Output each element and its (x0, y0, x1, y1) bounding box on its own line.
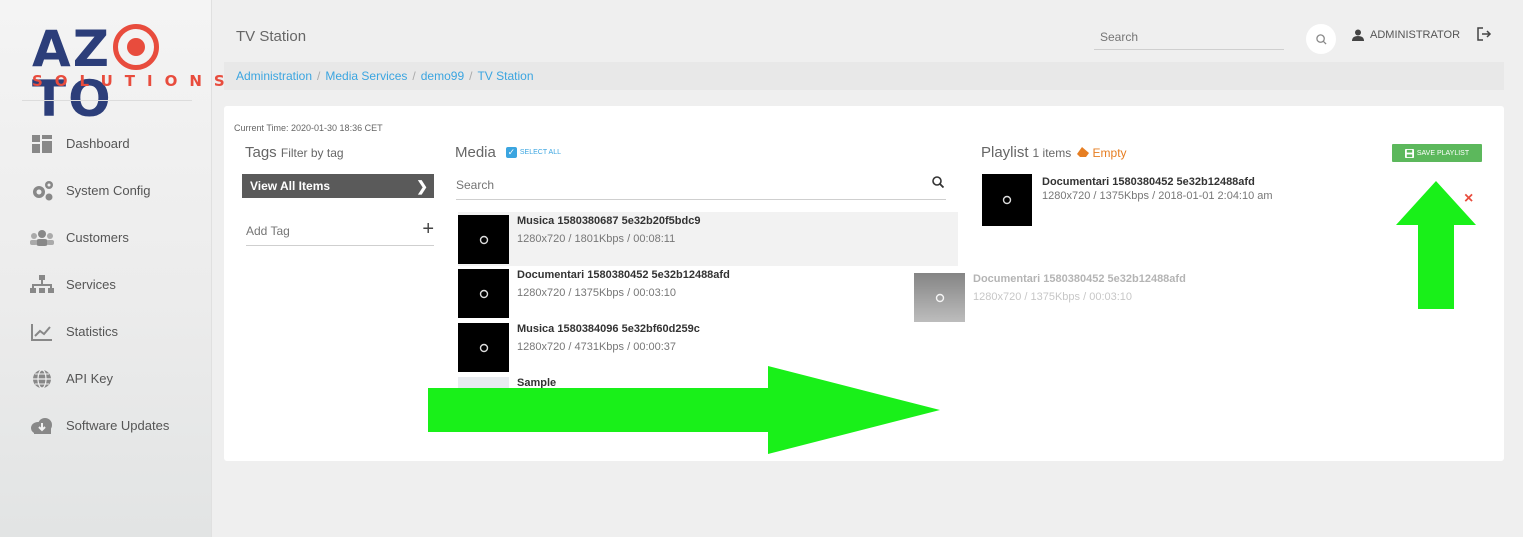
breadcrumb-separator: / (412, 69, 416, 83)
sidebar-nav: Dashboard System Config Customers Servic… (0, 120, 212, 449)
breadcrumb-separator: / (317, 69, 321, 83)
annotation-arrow-right (428, 366, 940, 454)
video-thumbnail (982, 174, 1032, 226)
tags-title: Tags (245, 144, 277, 161)
media-title: Media (455, 144, 496, 161)
user-menu[interactable]: ADMINISTRATOR (1352, 29, 1460, 41)
tags-subtitle: Filter by tag (280, 146, 344, 160)
save-playlist-label: SAVE PLAYLIST (1416, 149, 1470, 157)
eraser-icon (1077, 147, 1090, 157)
user-icon (1352, 29, 1364, 41)
playlist-header: Playlist 1 items Empty (981, 144, 1127, 161)
sidebar-item-system-config[interactable]: System Config (0, 167, 212, 214)
media-item-meta: 1280x720 / 1375Kbps / 00:03:10 (517, 287, 677, 299)
sidebar-divider (22, 100, 192, 101)
chevron-right-icon: ❯ (416, 178, 428, 194)
view-all-label: View All Items (250, 179, 331, 193)
sidebar-item-label: API Key (66, 371, 113, 386)
globe-icon (30, 367, 54, 391)
media-item-meta: 1280x720 / 4731Kbps / 00:00:37 (517, 341, 677, 353)
media-search (456, 176, 946, 200)
users-icon (30, 226, 54, 250)
spinner-icon (1002, 195, 1012, 205)
sidebar-item-dashboard[interactable]: Dashboard (0, 120, 212, 167)
add-tag-button[interactable]: + (422, 218, 434, 241)
select-all-label: SELECT ALL (519, 149, 561, 156)
view-all-items-button[interactable]: View All Items ❯ (242, 174, 434, 198)
select-all-checkbox[interactable]: ✓ SELECT ALL (505, 147, 561, 158)
dashboard-icon (30, 132, 54, 156)
spinner-icon (935, 293, 944, 302)
media-item-title: Musica 1580384096 5e32bf60d259c (517, 323, 700, 335)
media-item-meta: 1280x720 / 1801Kbps / 00:08:11 (517, 233, 676, 245)
sidebar-item-statistics[interactable]: Statistics (0, 308, 212, 355)
sidebar-item-label: Statistics (66, 324, 119, 339)
sidebar-item-label: Customers (66, 230, 129, 245)
checkbox-checked-icon: ✓ (505, 147, 517, 158)
sidebar-item-services[interactable]: Services (0, 261, 212, 308)
sitemap-icon (30, 273, 54, 297)
page-title: TV Station (236, 28, 307, 45)
breadcrumb: Administration / Media Services / demo99… (224, 62, 1504, 90)
media-item[interactable]: Documentari 1580380452 5e32b12488afd 128… (458, 266, 958, 320)
gears-icon (30, 179, 54, 203)
empty-playlist-button[interactable]: Empty (1077, 146, 1127, 160)
search-icon (1315, 33, 1327, 45)
add-tag-input[interactable] (246, 224, 406, 238)
sidebar-item-customers[interactable]: Customers (0, 214, 212, 261)
breadcrumb-tv-station[interactable]: TV Station (477, 69, 533, 83)
sidebar-item-label: Software Updates (66, 418, 170, 433)
sidebar-item-label: System Config (66, 183, 151, 198)
spinner-icon (479, 235, 488, 244)
dragged-media-item[interactable]: Documentari 1580380452 5e32b12488afd 128… (914, 270, 1334, 322)
breadcrumb-demo99[interactable]: demo99 (421, 69, 464, 83)
video-thumbnail (458, 323, 509, 372)
sidebar-item-api-key[interactable]: API Key (0, 355, 212, 402)
search-button[interactable] (1306, 24, 1336, 54)
breadcrumb-separator: / (469, 69, 473, 83)
spinner-icon (479, 289, 488, 298)
logo-tagline: SOLUTIONS (32, 72, 237, 90)
logout-button[interactable] (1476, 26, 1496, 46)
current-time: Current Time: 2020-01-30 18:36 CET (234, 123, 383, 133)
save-icon (1404, 148, 1414, 158)
sidebar-item-label: Dashboard (66, 136, 130, 151)
logout-icon (1477, 27, 1492, 41)
brand-logo[interactable]: AZTO SOLUTIONS (28, 20, 225, 124)
video-thumbnail (458, 269, 509, 318)
tags-header: Tags Filter by tag (245, 144, 344, 161)
save-playlist-button[interactable]: SAVE PLAYLIST (1392, 144, 1482, 162)
spinner-icon (479, 343, 488, 352)
top-bar: TV Station ADMINISTRATOR (224, 20, 1504, 54)
media-item-meta: 1280x720 / 1375Kbps / 00:03:10 (973, 291, 1133, 303)
media-item-title: Musica 1580380687 5e32b20f5bdc9 (517, 215, 701, 227)
breadcrumb-administration[interactable]: Administration (236, 69, 312, 83)
playlist-item-meta: 1280x720 / 1375Kbps / 2018-01-01 2:04:10… (1042, 190, 1273, 202)
media-item-title: Documentari 1580380452 5e32b12488afd (517, 269, 730, 281)
video-thumbnail (914, 273, 965, 322)
media-item-title: Documentari 1580380452 5e32b12488afd (973, 273, 1186, 285)
sidebar: AZTO SOLUTIONS Dashboard System Config C… (0, 0, 225, 537)
search-icon[interactable] (932, 176, 944, 188)
sidebar-item-software-updates[interactable]: Software Updates (0, 402, 212, 449)
media-header: Media ✓ SELECT ALL (455, 144, 561, 161)
breadcrumb-media-services[interactable]: Media Services (325, 69, 407, 83)
playlist-title: Playlist (981, 144, 1029, 161)
add-tag-field: + (246, 218, 434, 246)
cloud-download-icon (30, 414, 54, 438)
search-input[interactable] (1094, 30, 1284, 44)
empty-label: Empty (1092, 146, 1127, 160)
global-search (1094, 28, 1284, 50)
media-search-input[interactable] (456, 178, 916, 192)
sidebar-item-label: Services (66, 277, 116, 292)
annotation-arrow-up (1396, 181, 1476, 309)
chart-icon (30, 320, 54, 344)
playlist-count: 1 items (1032, 146, 1072, 160)
media-item[interactable]: Musica 1580380687 5e32b20f5bdc9 1280x720… (458, 212, 958, 266)
user-name: ADMINISTRATOR (1370, 29, 1461, 41)
playlist-item-title: Documentari 1580380452 5e32b12488afd (1042, 176, 1255, 188)
video-thumbnail (458, 215, 509, 264)
